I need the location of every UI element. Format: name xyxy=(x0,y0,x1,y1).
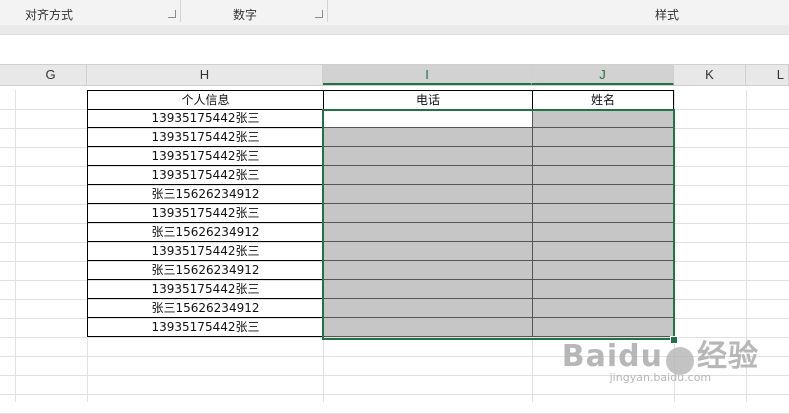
column-header-h[interactable]: H xyxy=(87,65,323,85)
ribbon-group-styles: 样式 xyxy=(328,0,789,25)
header-cell-personal-info[interactable]: 个人信息 xyxy=(87,90,324,110)
cell-name[interactable] xyxy=(532,128,674,147)
cell-phone[interactable] xyxy=(323,128,533,147)
cell-name[interactable] xyxy=(532,109,674,128)
cell-name[interactable] xyxy=(532,261,674,280)
cell-name[interactable] xyxy=(532,242,674,261)
cell-name[interactable] xyxy=(532,204,674,223)
header-cell-phone[interactable]: 电话 xyxy=(323,90,533,110)
cell-name[interactable] xyxy=(532,147,674,166)
cell-personal-info[interactable]: 13935175442张三 xyxy=(87,147,324,166)
watermark-suffix: 经验 xyxy=(697,338,759,374)
gridline xyxy=(0,394,789,395)
cell-personal-info[interactable]: 13935175442张三 xyxy=(87,128,324,147)
number-dialog-launcher-icon[interactable] xyxy=(315,10,323,18)
column-header-row: G H I J K L xyxy=(0,64,789,86)
formula-bar-area xyxy=(0,35,789,64)
cell-phone[interactable] xyxy=(323,261,533,280)
column-header-l[interactable]: L xyxy=(746,65,789,85)
cell-personal-info[interactable]: 13935175442张三 xyxy=(87,280,324,299)
watermark-logo-text: Baidu xyxy=(561,338,663,374)
cell-name[interactable] xyxy=(532,223,674,242)
header-cell-name[interactable]: 姓名 xyxy=(532,90,674,110)
ribbon-collapse-strip xyxy=(0,25,789,35)
alignment-dialog-launcher-icon[interactable] xyxy=(168,10,176,18)
column-header-i[interactable]: I xyxy=(323,65,532,85)
cell-personal-info[interactable]: 13935175442张三 xyxy=(87,242,324,261)
cell-personal-info[interactable]: 张三15626234912 xyxy=(87,261,324,280)
cell-personal-info[interactable]: 张三15626234912 xyxy=(87,185,324,204)
cell-phone[interactable] xyxy=(323,166,533,185)
cell-phone[interactable] xyxy=(323,280,533,299)
cell-phone[interactable] xyxy=(323,318,533,337)
cell-personal-info[interactable]: 13935175442张三 xyxy=(87,204,324,223)
cell-phone[interactable] xyxy=(323,299,533,318)
cell-name[interactable] xyxy=(532,185,674,204)
ribbon-group-styles-label: 样式 xyxy=(655,8,680,22)
cell-personal-info[interactable]: 张三15626234912 xyxy=(87,223,324,242)
cell-personal-info[interactable]: 13935175442张三 xyxy=(87,109,324,128)
column-header-g[interactable]: G xyxy=(15,65,87,85)
cell-name[interactable] xyxy=(532,299,674,318)
cell-phone[interactable] xyxy=(323,223,533,242)
cell-name[interactable] xyxy=(532,280,674,299)
cell-personal-info[interactable]: 13935175442张三 xyxy=(87,166,324,185)
cell-phone[interactable] xyxy=(323,204,533,223)
ribbon-group-alignment-label: 对齐方式 xyxy=(25,8,74,22)
cell-phone[interactable] xyxy=(323,185,533,204)
ribbon-group-number-label: 数字 xyxy=(233,8,258,22)
active-cell-phone[interactable] xyxy=(323,109,533,128)
cell-phone[interactable] xyxy=(323,242,533,261)
ribbon-group-number: 数字 xyxy=(181,0,327,25)
cell-personal-info[interactable]: 13935175442张三 xyxy=(87,318,324,337)
cell-personal-info[interactable]: 张三15626234912 xyxy=(87,299,324,318)
ribbon-group-bar: 对齐方式 数字 样式 xyxy=(0,0,789,26)
cell-phone[interactable] xyxy=(323,147,533,166)
baidu-jingyan-watermark: Baidu 经验 jingyan.baidu.com xyxy=(562,331,759,385)
column-header-j[interactable]: J xyxy=(532,65,674,85)
ribbon-group-alignment: 对齐方式 xyxy=(0,0,180,25)
cell-name[interactable] xyxy=(532,166,674,185)
column-header-k[interactable]: K xyxy=(674,65,746,85)
